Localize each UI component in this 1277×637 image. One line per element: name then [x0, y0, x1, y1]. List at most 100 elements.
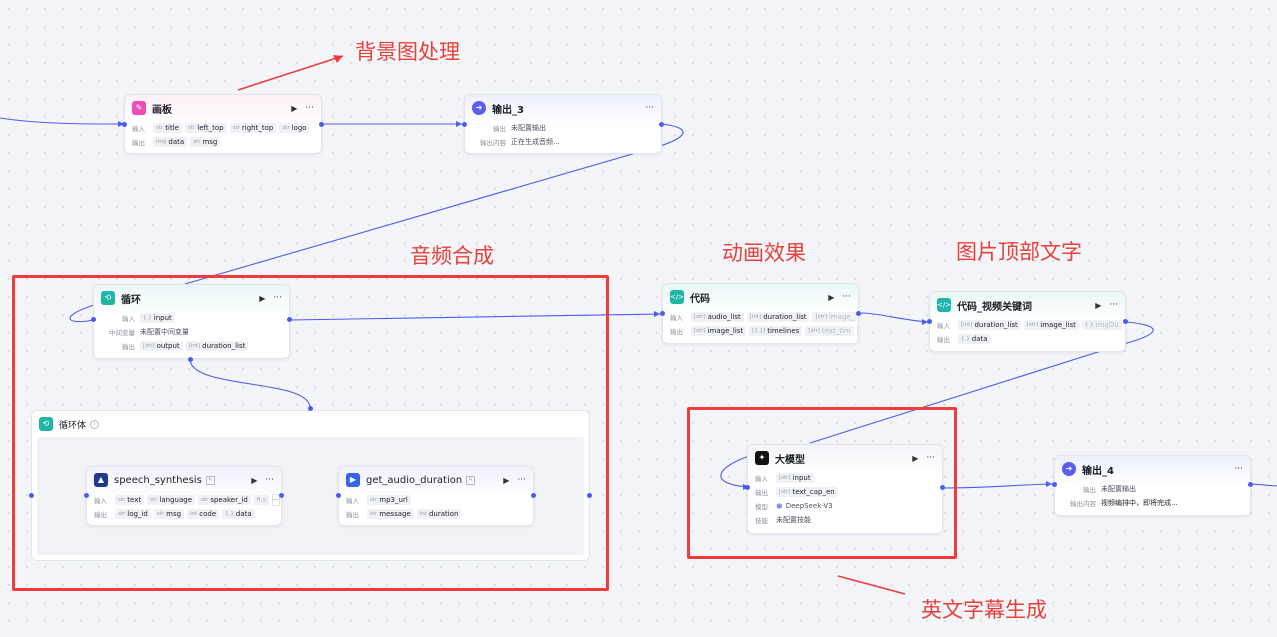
output-value: 未配置输出 — [511, 124, 546, 132]
input-port[interactable] — [927, 319, 932, 324]
speech-synthesis-node[interactable]: ▲ speech_synthesis ✎ ▶ ··· 输入 str text str… — [86, 466, 282, 526]
param-tag: str title — [153, 123, 182, 133]
more-button[interactable]: ··· — [273, 293, 282, 303]
run-button[interactable]: ▶ — [259, 294, 265, 303]
more-button[interactable]: ··· — [305, 103, 314, 113]
more-button[interactable]: ··· — [517, 475, 526, 485]
output-4-node[interactable]: ➜ 输出_4 ··· 输出 未配置输出 输出内容 视频编排中，即将完成... — [1054, 455, 1251, 516]
more-button[interactable]: ··· — [1109, 300, 1118, 310]
node-title: 代码 — [690, 293, 710, 305]
code-node[interactable]: </> 代码 ▶ ··· 输入 [str] audio_list [int] dura… — [662, 283, 859, 344]
param-tag: str text — [115, 495, 145, 505]
output-label: 输出 — [132, 139, 145, 147]
code-video-keywords-node[interactable]: </> 代码_视频关键词 ▶ ··· 输入 [int] duration_list … — [929, 291, 1126, 352]
loop-body-left-port[interactable] — [29, 493, 34, 498]
run-button[interactable]: ▶ — [828, 293, 834, 302]
more-button[interactable]: ··· — [1234, 464, 1243, 474]
output-port[interactable] — [940, 485, 945, 490]
input-port[interactable] — [91, 317, 96, 322]
param-tag: int duration — [416, 509, 462, 519]
annotation-animation: 动画效果 — [722, 241, 806, 265]
code-icon: </> — [670, 290, 684, 304]
output-port[interactable] — [856, 311, 861, 316]
output-icon: ➜ — [1062, 462, 1076, 476]
info-icon[interactable]: i — [90, 419, 100, 429]
param-tag: str speaker_id — [198, 495, 251, 505]
loop-icon: ⟲ — [39, 417, 53, 431]
run-button[interactable]: ▶ — [912, 454, 918, 463]
output-label: 输出 — [670, 328, 683, 336]
input-label: 输入 — [937, 322, 950, 330]
output-port[interactable] — [319, 122, 324, 127]
input-port[interactable] — [462, 122, 467, 127]
more-button[interactable]: ··· — [645, 103, 654, 113]
param-tag: img data — [153, 137, 188, 147]
annotation-background: 背景图处理 — [355, 40, 460, 64]
loop-body-port[interactable] — [188, 357, 193, 362]
run-button[interactable]: ▶ — [1095, 301, 1101, 310]
output-port[interactable] — [659, 122, 664, 127]
loop-body-top-port[interactable] — [308, 406, 313, 411]
output-port[interactable] — [1248, 482, 1253, 487]
output-label: 输出 — [122, 343, 135, 351]
output-content: 视频编排中，即将完成... — [1101, 499, 1178, 507]
more-button[interactable]: ··· — [926, 453, 935, 463]
input-port[interactable] — [1052, 482, 1057, 487]
skill-label: 技能 — [755, 517, 768, 525]
param-tag: [str] image_ — [812, 312, 858, 322]
param-tag: str msg — [190, 137, 221, 147]
loop-body-right-port[interactable] — [587, 493, 592, 498]
run-button[interactable]: ▶ — [251, 476, 257, 485]
param-tag: { } data — [222, 509, 255, 519]
output-port[interactable] — [1123, 319, 1128, 324]
output-port[interactable] — [531, 493, 536, 498]
node-title: get_audio_duration — [366, 474, 463, 486]
input-label: 输入 — [346, 497, 359, 505]
param-tag: str language — [147, 495, 196, 505]
node-title: 输出_3 — [492, 104, 524, 116]
canvas-icon: ✎ — [132, 101, 146, 115]
get-audio-duration-node[interactable]: ▶ get_audio_duration ✎ ▶ ··· 输入 str mp3_ur… — [338, 466, 534, 526]
output-port[interactable] — [287, 317, 292, 322]
more-button[interactable]: ··· — [842, 292, 851, 302]
plugin-icon: ▶ — [346, 473, 360, 487]
input-port[interactable] — [660, 311, 665, 316]
param-tag: { } data — [958, 334, 991, 344]
output-3-node[interactable]: ➜ 输出_3 ··· 输出 未配置输出 输出内容 正在生成音频... — [464, 94, 662, 154]
loop-node[interactable]: ⟲ 循环 ▶ ··· 输入 { } input 中间变量 未配置中间变量 输出 [s… — [93, 284, 290, 359]
run-button[interactable]: ▶ — [291, 104, 297, 113]
param-tag: [int] duration_list — [185, 341, 249, 351]
run-button[interactable]: ▶ — [503, 476, 509, 485]
output-label: 输出 — [937, 336, 950, 344]
param-tag: [str] image_list — [1023, 320, 1079, 330]
param-tag: { } input — [140, 313, 175, 323]
annotation-subtitle: 英文字幕生成 — [921, 598, 1047, 622]
input-port[interactable] — [84, 493, 89, 498]
input-port[interactable] — [745, 485, 750, 490]
llm-node[interactable]: ✦ 大模型 ▶ ··· 输入 [str] input 输出 [str] text_ca… — [747, 444, 943, 534]
param-tag: str logo — [279, 123, 310, 133]
param-tag: str left_top — [184, 123, 227, 133]
output-content-label: 输出内容 — [480, 139, 506, 147]
mid-var-value: 未配置中间变量 — [140, 328, 189, 336]
canvas-node[interactable]: ✎ 画板 ▶ ··· 输入 str title str left_top str rig… — [124, 94, 322, 154]
output-label: 输出 — [346, 511, 359, 519]
annotation-audio: 音频合成 — [410, 244, 494, 268]
more-button[interactable]: ··· — [265, 475, 274, 485]
output-port[interactable] — [279, 493, 284, 498]
edit-icon[interactable]: ✎ — [205, 475, 215, 485]
node-title: 代码_视频关键词 — [957, 301, 1032, 313]
edit-icon[interactable]: ✎ — [466, 475, 476, 485]
param-tag: [str] output — [140, 341, 183, 351]
more-params-button[interactable]: ··· — [856, 325, 858, 337]
input-port[interactable] — [122, 122, 127, 127]
node-title: 画板 — [152, 104, 172, 116]
param-tag: [str] image_list — [691, 326, 747, 336]
param-tag: str log_id — [115, 509, 151, 519]
input-port[interactable] — [336, 493, 341, 498]
param-tag: [str] audio_list — [691, 312, 744, 322]
output-label: 输出 — [1083, 486, 1096, 494]
param-tag: int code — [187, 509, 220, 519]
mid-var-label: 中间变量 — [109, 329, 135, 337]
node-title: 输出_4 — [1082, 465, 1114, 477]
